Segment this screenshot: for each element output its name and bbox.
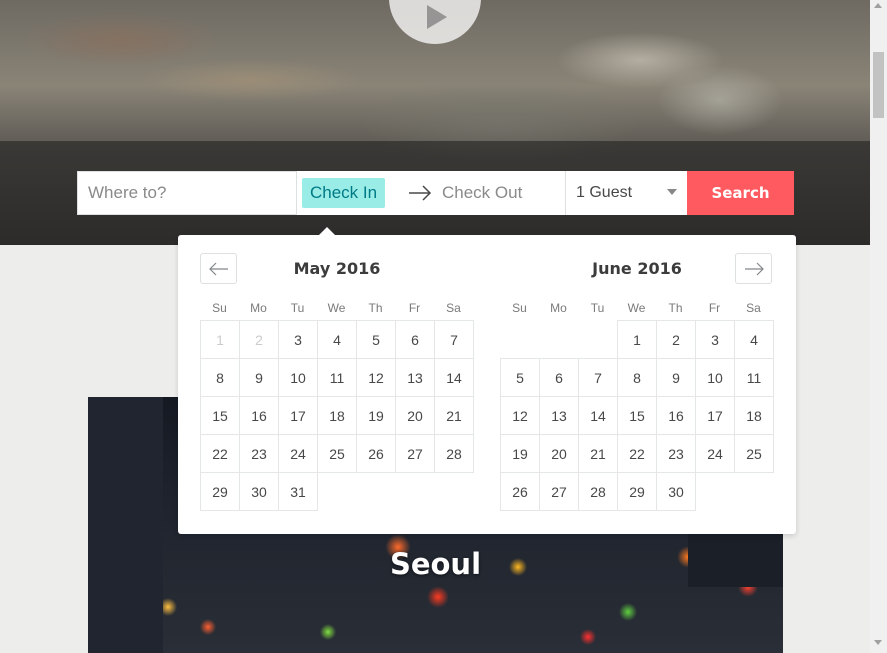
- weekday-label: Tu: [290, 301, 305, 315]
- calendar-day[interactable]: 8: [617, 358, 657, 397]
- calendar-day[interactable]: 15: [200, 396, 240, 435]
- calendar-day[interactable]: 4: [734, 320, 774, 359]
- guests-select[interactable]: 1 Guest: [565, 171, 687, 215]
- calendar-day[interactable]: 25: [734, 434, 774, 473]
- weekday-label: We: [627, 301, 646, 315]
- calendar-day[interactable]: 17: [695, 396, 735, 435]
- calendar-day[interactable]: 12: [500, 396, 540, 435]
- calendar-day[interactable]: 26: [356, 434, 396, 473]
- calendar-day[interactable]: 22: [200, 434, 240, 473]
- calendar-day[interactable]: 28: [434, 434, 474, 473]
- weekday-label: Su: [512, 301, 527, 315]
- calendar-day[interactable]: 13: [539, 396, 579, 435]
- scrollbar-thumb[interactable]: [873, 52, 884, 118]
- calendar-day[interactable]: 20: [539, 434, 579, 473]
- calendar-day[interactable]: 19: [500, 434, 540, 473]
- month-title: May 2016: [293, 259, 381, 278]
- calendar-day[interactable]: 14: [434, 358, 474, 397]
- calendar-day[interactable]: 27: [539, 472, 579, 511]
- calendar-day[interactable]: 21: [578, 434, 618, 473]
- calendar-day[interactable]: 29: [200, 472, 240, 511]
- weekday-label: Sa: [446, 301, 461, 315]
- calendar-day[interactable]: 6: [539, 358, 579, 397]
- calendar-day[interactable]: 23: [239, 434, 279, 473]
- calendar-day[interactable]: 15: [617, 396, 657, 435]
- weekday-label: Th: [368, 301, 383, 315]
- calendar-day[interactable]: 31: [278, 472, 318, 511]
- calendar-day[interactable]: 30: [239, 472, 279, 511]
- scroll-up-icon[interactable]: [874, 3, 882, 8]
- weekday-label: Fr: [708, 301, 721, 315]
- weekday-label: Mo: [550, 301, 567, 315]
- calendar-day[interactable]: 25: [317, 434, 357, 473]
- calendar-day[interactable]: 12: [356, 358, 396, 397]
- month-title: June 2016: [592, 259, 682, 278]
- date-range-picker[interactable]: Check In Check Out: [296, 171, 565, 215]
- featured-city-name: Seoul: [389, 547, 482, 581]
- calendar-day[interactable]: 20: [395, 396, 435, 435]
- calendar-day[interactable]: 7: [578, 358, 618, 397]
- weekday-header: Su Mo Tu We Th Fr Sa: [500, 301, 774, 315]
- play-video-button[interactable]: [389, 0, 481, 44]
- calendar-day[interactable]: 16: [239, 396, 279, 435]
- calendar-day[interactable]: 1: [617, 320, 657, 359]
- calendar-day[interactable]: 17: [278, 396, 318, 435]
- where-to-input[interactable]: [77, 171, 296, 215]
- calendar-day[interactable]: 10: [278, 358, 318, 397]
- weekday-label: Mo: [250, 301, 267, 315]
- city-image-building: [88, 397, 163, 653]
- weekday-label: Th: [668, 301, 683, 315]
- calendar-pointer: [318, 227, 336, 236]
- calendar-day[interactable]: 21: [434, 396, 474, 435]
- calendar-day: 2: [239, 320, 279, 359]
- weekday-label: We: [327, 301, 346, 315]
- check-in-field[interactable]: Check In: [302, 178, 386, 208]
- page-scrollbar[interactable]: [870, 0, 887, 653]
- calendar-day[interactable]: 3: [278, 320, 318, 359]
- chevron-down-icon: [667, 189, 677, 195]
- calendar-day[interactable]: 24: [695, 434, 735, 473]
- calendar-day[interactable]: 10: [695, 358, 735, 397]
- weekday-label: Sa: [746, 301, 761, 315]
- calendar-day[interactable]: 23: [656, 434, 696, 473]
- calendar-day[interactable]: 27: [395, 434, 435, 473]
- calendar-day[interactable]: 9: [656, 358, 696, 397]
- calendar-day: 1: [200, 320, 240, 359]
- weekday-label: Tu: [590, 301, 605, 315]
- calendar-day[interactable]: 24: [278, 434, 318, 473]
- search-bar: Check In Check Out 1 Guest Search: [77, 171, 794, 215]
- calendar-day[interactable]: 7: [434, 320, 474, 359]
- calendar-day[interactable]: 22: [617, 434, 657, 473]
- calendar-day[interactable]: 14: [578, 396, 618, 435]
- calendar-day[interactable]: 26: [500, 472, 540, 511]
- calendar-day[interactable]: 3: [695, 320, 735, 359]
- calendar-day[interactable]: 6: [395, 320, 435, 359]
- calendar-day[interactable]: 11: [734, 358, 774, 397]
- calendar-day[interactable]: 11: [317, 358, 357, 397]
- calendar-day[interactable]: 18: [734, 396, 774, 435]
- calendar-day[interactable]: 13: [395, 358, 435, 397]
- calendar-day[interactable]: 29: [617, 472, 657, 511]
- weekday-label: Su: [212, 301, 227, 315]
- calendar-day[interactable]: 30: [656, 472, 696, 511]
- arrow-right-icon: [409, 185, 432, 201]
- calendar-day[interactable]: 9: [239, 358, 279, 397]
- weekday-label: Fr: [408, 301, 421, 315]
- calendar-day[interactable]: 18: [317, 396, 357, 435]
- calendar-day[interactable]: 28: [578, 472, 618, 511]
- search-button[interactable]: Search: [687, 171, 794, 215]
- calendar-day[interactable]: 16: [656, 396, 696, 435]
- check-out-field[interactable]: Check Out: [442, 178, 522, 208]
- calendar-day[interactable]: 2: [656, 320, 696, 359]
- calendar-day[interactable]: 19: [356, 396, 396, 435]
- date-picker-calendar: May 2016 Su Mo Tu We Th Fr Sa 1234567891…: [178, 227, 796, 534]
- guests-value: 1 Guest: [576, 184, 633, 201]
- calendar-day[interactable]: 5: [356, 320, 396, 359]
- weekday-header: Su Mo Tu We Th Fr Sa: [200, 301, 474, 315]
- calendar-day[interactable]: 4: [317, 320, 357, 359]
- calendar-day[interactable]: 5: [500, 358, 540, 397]
- calendar-day[interactable]: 8: [200, 358, 240, 397]
- scroll-down-icon[interactable]: [874, 640, 882, 645]
